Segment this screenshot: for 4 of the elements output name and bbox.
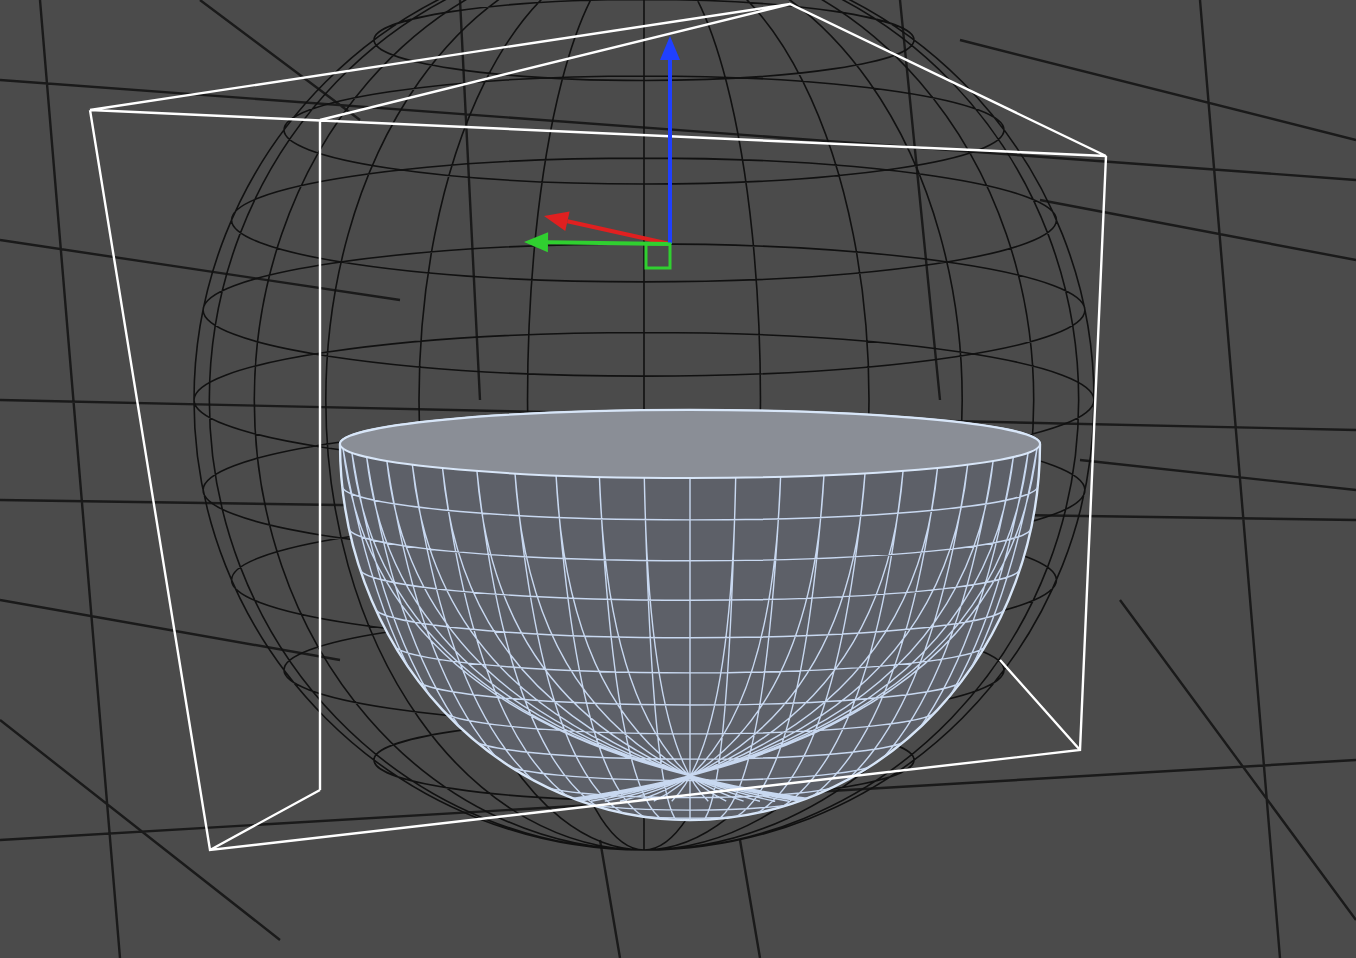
plane-handle-icon[interactable] [644,242,672,270]
axis-arrow[interactable] [660,36,680,244]
axis-arrow[interactable] [544,211,671,246]
axis-arrow[interactable] [524,232,671,253]
